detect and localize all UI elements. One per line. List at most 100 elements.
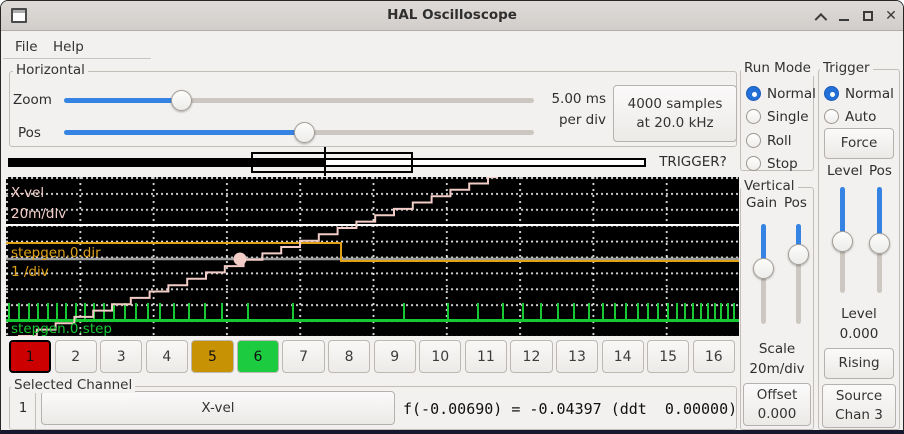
app-window: HAL Oscilloscope ✕ File Help Horizontal … — [0, 0, 904, 434]
channel-button-9[interactable]: 9 — [374, 340, 416, 373]
trigger-question-label[interactable]: TRIGGER? — [649, 154, 737, 170]
pos-slider-fill — [64, 130, 304, 135]
channel-button-16[interactable]: 16 — [693, 340, 735, 373]
vertical-pos-slider[interactable] — [788, 224, 809, 324]
trigger-auto[interactable]: Auto — [824, 108, 876, 125]
record-zoom-window-box[interactable] — [251, 152, 413, 173]
channel-button-2[interactable]: 2 — [55, 340, 97, 373]
close-button[interactable]: ✕ — [882, 7, 900, 25]
pos-slider-thumb[interactable] — [294, 122, 315, 143]
menu-help[interactable]: Help — [47, 37, 90, 57]
vertical-frame-label: Vertical — [741, 179, 798, 194]
selected-channel-frame-label: Selected Channel — [11, 378, 135, 393]
channel-button-8[interactable]: 8 — [328, 340, 370, 373]
horizontal-frame-label: Horizontal — [13, 63, 88, 78]
pos-label: Pos — [18, 125, 41, 141]
gain-label: Gain — [746, 195, 777, 211]
channel5-name-label: stepgen.0.dir — [11, 245, 101, 261]
shade-button[interactable] — [810, 7, 828, 25]
selected-channel-divider — [35, 387, 36, 429]
selected-channel-number: 1 — [13, 400, 33, 416]
trigger-point-marker — [234, 253, 247, 266]
channel-button-3[interactable]: 3 — [100, 340, 142, 373]
menu-file[interactable]: File — [9, 37, 44, 57]
trigger-auto-label: Auto — [845, 109, 876, 125]
radio-icon[interactable] — [746, 109, 761, 124]
channel-button-15[interactable]: 15 — [647, 340, 689, 373]
channel-value-readout: f(-0.00690) = -0.04397 (ddt 0.00000) — [403, 400, 737, 418]
offset-value: 0.000 — [758, 405, 797, 424]
trigger-position-line[interactable] — [324, 147, 326, 176]
menubar-separator — [3, 58, 151, 59]
run-mode-stop-label: Stop — [767, 156, 798, 172]
radio-icon[interactable] — [824, 109, 839, 124]
channel-button-4[interactable]: 4 — [146, 340, 188, 373]
vertical-pos-slider-thumb[interactable] — [788, 244, 809, 265]
channel5-scale-label: 1 /div — [11, 264, 49, 280]
run-mode-single-label: Single — [767, 109, 809, 125]
vertical-pos-label: Pos — [784, 195, 807, 211]
run-mode-single[interactable]: Single — [746, 108, 809, 125]
trigger-normal[interactable]: Normal — [824, 85, 894, 102]
source-caption: Source — [836, 387, 882, 406]
run-mode-roll[interactable]: Roll — [746, 132, 792, 149]
channel-button-10[interactable]: 10 — [419, 340, 461, 373]
channel-button-row: 12345678910111213141516 — [9, 340, 738, 373]
offset-button[interactable]: Offset 0.000 — [743, 383, 811, 426]
stepgen-step-pulses — [9, 303, 734, 320]
channel1-name-label: X-vel — [11, 185, 44, 201]
scope-traces — [6, 177, 739, 336]
time-per-div-caption: per div — [521, 112, 606, 128]
trigger-frame-label: Trigger — [820, 61, 873, 76]
channel-button-13[interactable]: 13 — [556, 340, 598, 373]
selected-channel-name-button[interactable]: X-vel — [41, 391, 395, 425]
titlebar: HAL Oscilloscope ✕ — [1, 1, 903, 31]
samples-button[interactable]: 4000 samples at 20.0 kHz — [613, 85, 737, 142]
channel-button-14[interactable]: 14 — [602, 340, 644, 373]
horizontal-pos-slider[interactable] — [64, 122, 534, 143]
edge-button[interactable]: Rising — [824, 348, 894, 379]
trigger-pos-label: Pos — [869, 163, 892, 179]
trigger-normal-label: Normal — [845, 86, 894, 102]
channel-button-12[interactable]: 12 — [510, 340, 552, 373]
trigger-pos-slider[interactable] — [869, 187, 890, 293]
scale-value: 20m/div — [740, 361, 814, 377]
radio-selected-icon[interactable] — [824, 86, 839, 101]
trigger-level-slider-thumb[interactable] — [832, 231, 853, 252]
samples-line1: 4000 samples — [628, 95, 723, 114]
run-mode-stop[interactable]: Stop — [746, 155, 798, 172]
level-caption: Level — [818, 306, 900, 322]
horizontal-zoom-slider[interactable] — [64, 90, 534, 111]
scale-caption: Scale — [740, 341, 814, 357]
trigger-source-button[interactable]: Source Chan 3 — [822, 384, 896, 428]
maximize-icon — [863, 11, 873, 21]
channel-button-11[interactable]: 11 — [465, 340, 507, 373]
zoom-label: Zoom — [13, 92, 52, 108]
samples-line2: at 20.0 kHz — [636, 114, 713, 133]
minimize-icon — [839, 19, 849, 21]
source-value: Chan 3 — [835, 406, 883, 425]
radio-selected-icon[interactable] — [746, 86, 761, 101]
trigger-level-label: Level — [827, 163, 863, 179]
trigger-pos-slider-thumb[interactable] — [869, 233, 890, 254]
channel-button-7[interactable]: 7 — [282, 340, 324, 373]
trigger-level-slider[interactable] — [832, 187, 853, 293]
radio-icon[interactable] — [746, 133, 761, 148]
shade-icon — [814, 12, 827, 25]
gain-slider-thumb[interactable] — [753, 258, 774, 279]
force-button[interactable]: Force — [824, 128, 894, 159]
run-mode-normal[interactable]: Normal — [746, 85, 816, 102]
minimize-button[interactable] — [835, 7, 853, 25]
run-mode-frame-label: Run Mode — [741, 61, 814, 76]
channel-button-6[interactable]: 6 — [237, 340, 279, 373]
gain-slider[interactable] — [753, 224, 774, 324]
window-title: HAL Oscilloscope — [1, 7, 903, 23]
radio-icon[interactable] — [746, 156, 761, 171]
run-mode-roll-label: Roll — [767, 133, 792, 149]
channel-button-5[interactable]: 5 — [191, 340, 233, 373]
channel1-scale-label: 20m/div — [11, 206, 66, 222]
maximize-button[interactable] — [859, 7, 877, 25]
zoom-slider-thumb[interactable] — [171, 90, 192, 111]
scope-display[interactable]: X-vel 20m/div stepgen.0.dir 1 /div stepg… — [6, 177, 739, 336]
channel-button-1[interactable]: 1 — [9, 340, 51, 373]
